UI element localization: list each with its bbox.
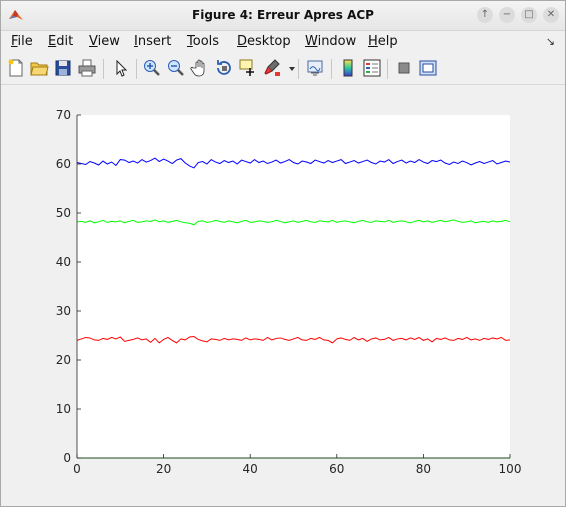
x-tick-label: 100 (499, 462, 522, 476)
zoom-in-icon[interactable] (142, 58, 162, 78)
y-tick-label: 10 (56, 402, 71, 416)
rotate-3d-icon[interactable] (214, 58, 234, 78)
close-button[interactable]: ✕ (543, 7, 559, 23)
y-tick-label: 0 (63, 451, 71, 465)
x-tick-label: 0 (73, 462, 81, 476)
y-tick-label: 30 (56, 304, 71, 318)
hide-plot-tools-icon[interactable] (394, 58, 414, 78)
y-tick-label: 50 (56, 206, 71, 220)
colorbar-icon[interactable] (338, 58, 358, 78)
show-plot-tools-icon[interactable] (418, 58, 438, 78)
x-tick-label: 20 (156, 462, 171, 476)
plot-area[interactable] (77, 115, 510, 458)
menu-tools[interactable]: Tools (187, 34, 219, 49)
line-plot[interactable]: 0 20 40 60 80 100 0 10 20 30 40 50 60 70 (0, 84, 564, 505)
pan-hand-icon[interactable] (190, 58, 210, 78)
y-tick-label: 20 (56, 353, 71, 367)
menu-bar: File Edit View Insert Tools Desktop Wind… (1, 31, 565, 53)
menu-help[interactable]: Help (368, 34, 398, 49)
open-icon[interactable] (29, 58, 49, 78)
menu-file[interactable]: File (11, 34, 33, 49)
data-cursor-icon[interactable] (238, 58, 258, 78)
x-tick-label: 60 (329, 462, 344, 476)
toolbar-separator (103, 59, 104, 79)
brush-icon[interactable] (262, 58, 282, 78)
title-bar[interactable]: Figure 4: Erreur Apres ACP ↑ − □ ✕ (1, 1, 565, 31)
maximize-button[interactable]: □ (521, 7, 537, 23)
figure-toolbar (1, 54, 565, 85)
y-tick-label: 60 (56, 157, 71, 171)
x-tick-label: 40 (243, 462, 258, 476)
minimize-button[interactable]: − (499, 7, 515, 23)
toolbar-separator (387, 59, 388, 79)
link-plot-icon[interactable] (305, 58, 325, 78)
new-figure-icon[interactable] (6, 58, 26, 78)
menu-edit[interactable]: Edit (48, 34, 73, 49)
y-tick-label: 40 (56, 255, 71, 269)
dock-arrow-icon[interactable]: ↘ (546, 35, 555, 48)
x-tick-label: 80 (416, 462, 431, 476)
brush-dropdown-icon[interactable] (282, 58, 295, 78)
y-tick-label: 70 (56, 108, 71, 122)
print-icon[interactable] (77, 58, 97, 78)
select-arrow-icon[interactable] (111, 58, 131, 78)
save-icon[interactable] (53, 58, 73, 78)
menu-view[interactable]: View (89, 34, 120, 49)
menu-insert[interactable]: Insert (134, 34, 171, 49)
zoom-out-icon[interactable] (166, 58, 186, 78)
menu-window[interactable]: Window (305, 34, 356, 49)
toolbar-separator (298, 59, 299, 79)
shade-window-button[interactable]: ↑ (477, 7, 493, 23)
toolbar-separator (331, 59, 332, 79)
toolbar-separator (136, 59, 137, 79)
menu-desktop[interactable]: Desktop (237, 34, 291, 49)
legend-icon[interactable] (362, 58, 382, 78)
